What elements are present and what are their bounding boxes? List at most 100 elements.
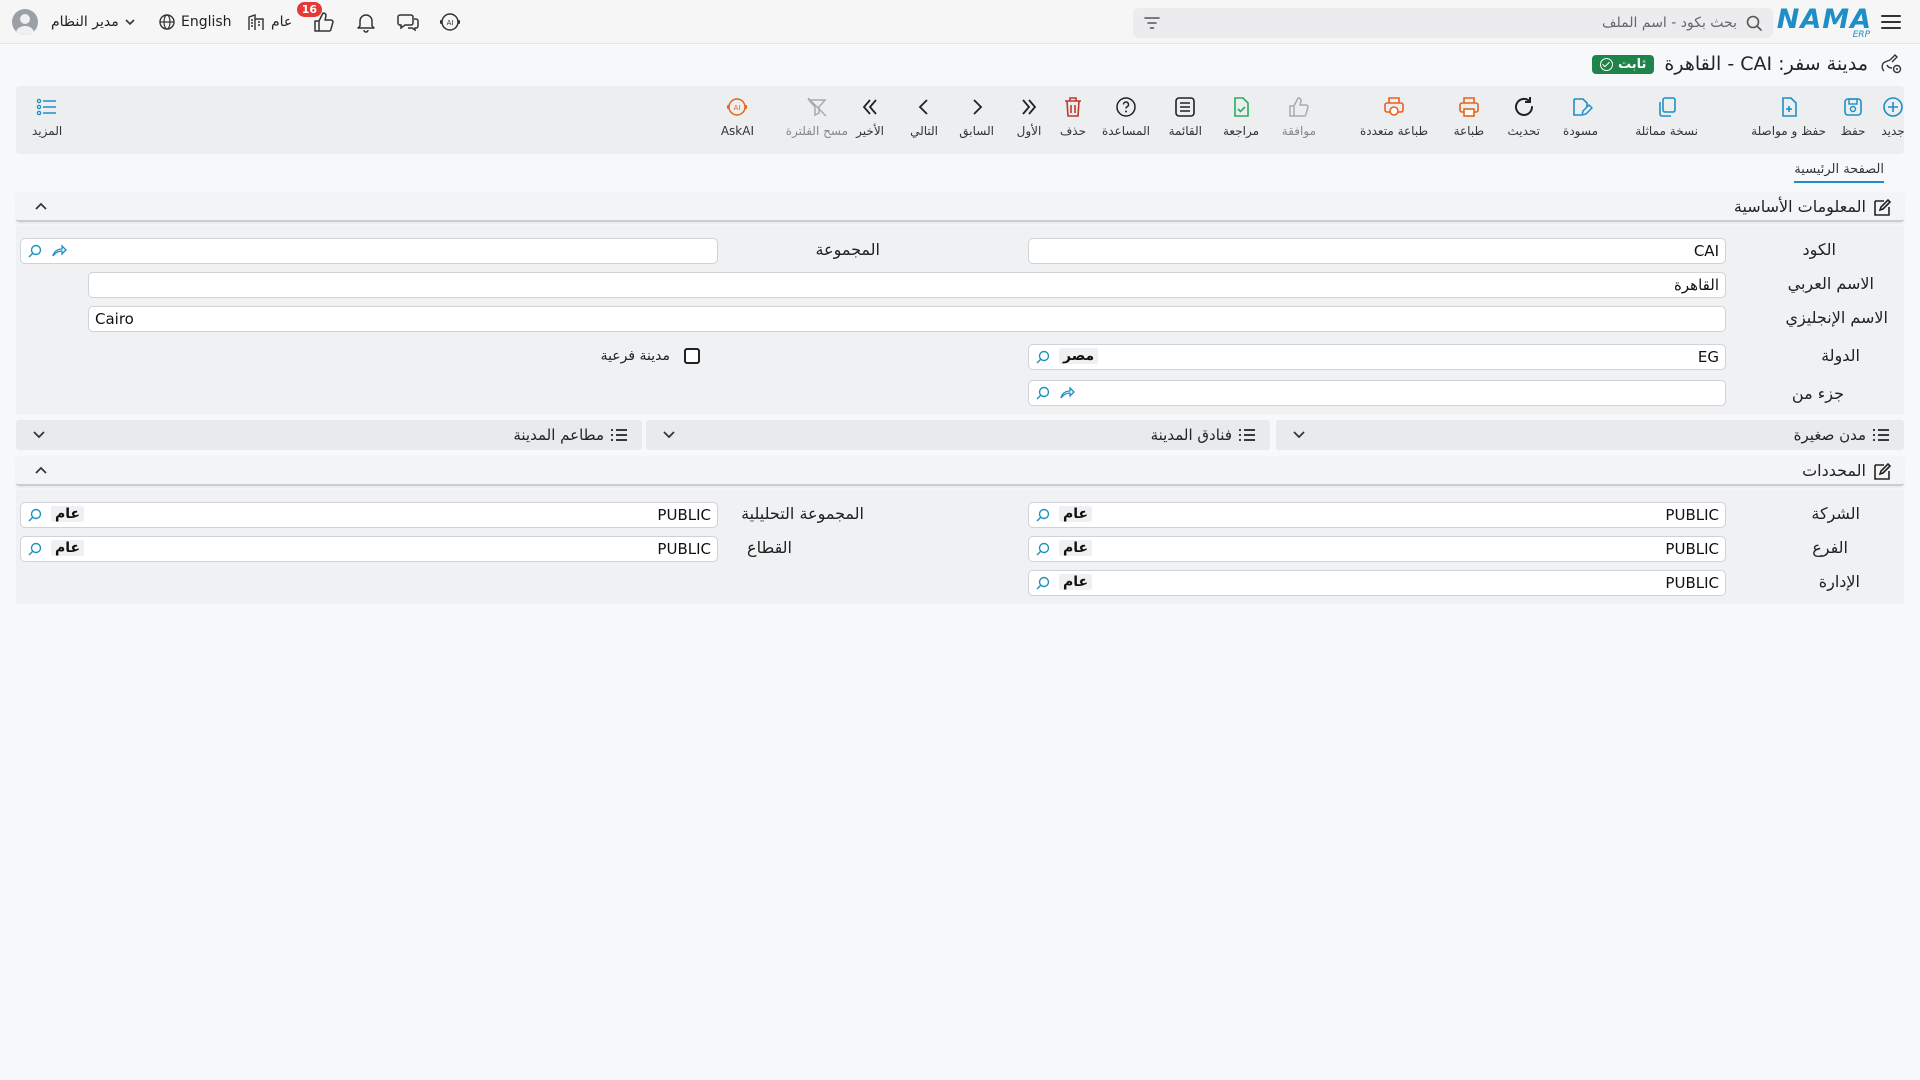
code-label: الكود	[1802, 240, 1836, 259]
status-badge: ثابت	[1591, 54, 1655, 74]
chevron-up-icon[interactable]	[34, 464, 48, 478]
approvals-icon[interactable]: 16	[296, 2, 336, 34]
previous-record-button[interactable]: السابق	[959, 94, 994, 138]
search-lookup-icon[interactable]	[1035, 385, 1051, 401]
part-of-field[interactable]	[1028, 380, 1726, 406]
menu-icon[interactable]	[1880, 11, 1902, 33]
tab-main-page[interactable]: الصفحة الرئيسية	[1794, 162, 1884, 183]
department-label: الإدارة	[1818, 572, 1860, 591]
search-input[interactable]	[1217, 8, 1737, 38]
arabic-name-field[interactable]: القاهرة	[88, 272, 1726, 298]
chat-icon[interactable]	[396, 10, 420, 34]
filter-icon[interactable]	[1143, 15, 1161, 31]
search-lookup-icon[interactable]	[1035, 541, 1051, 557]
review-button[interactable]: مراجعة	[1223, 94, 1259, 138]
chevron-down-icon	[124, 16, 136, 28]
language-switch[interactable]: English	[158, 10, 232, 34]
new-button[interactable]: جديد	[1880, 94, 1906, 138]
language-label: English	[181, 14, 232, 30]
refresh-button[interactable]: تحديث	[1507, 94, 1540, 138]
filter-off-icon	[804, 94, 830, 120]
draft-button[interactable]: مسودة	[1563, 94, 1598, 138]
public-scope-selector[interactable]: عام	[246, 10, 292, 34]
section-title: المحددات	[1802, 461, 1866, 480]
search-lookup-icon[interactable]	[1035, 507, 1051, 523]
city-location-icon	[1878, 51, 1904, 77]
last-record-button[interactable]: الأخير	[856, 94, 884, 138]
printer-icon	[1456, 94, 1482, 120]
svg-text:AI: AI	[447, 19, 454, 27]
multi-printer-icon	[1381, 94, 1407, 120]
sector-label: القطاع	[747, 538, 792, 557]
sub-city-checkbox[interactable]	[684, 348, 700, 364]
list-icon	[1872, 428, 1890, 442]
save-and-continue-button[interactable]: حفظ و مواصلة	[1751, 94, 1826, 138]
more-list-icon	[34, 94, 60, 120]
department-field[interactable]: PUBLIC عام	[1028, 570, 1726, 596]
search-lookup-icon[interactable]	[27, 507, 43, 523]
status-label: ثابت	[1617, 56, 1647, 72]
company-field[interactable]: PUBLIC عام	[1028, 502, 1726, 528]
help-button[interactable]: المساعدة	[1102, 94, 1150, 138]
small-cities-section[interactable]: مدن صغيرة	[1276, 420, 1904, 450]
open-link-icon[interactable]	[1059, 386, 1075, 400]
analysis-group-name-chip: عام	[51, 506, 85, 522]
page-title-row: مدينة سفر: CAI - القاهرة ثابت	[1591, 49, 1904, 79]
delete-button[interactable]: حذف	[1060, 94, 1086, 138]
plus-circle-icon	[1880, 94, 1906, 120]
app-logo[interactable]: NAMA ERP	[1777, 4, 1872, 40]
basic-info-panel: الكود CAI المجموعة الاسم العربي القاهرة …	[16, 226, 1904, 414]
top-bar: NAMA ERP AI 16 عام English	[0, 0, 1920, 44]
list-button[interactable]: القائمة	[1169, 94, 1202, 138]
duplicate-button[interactable]: نسخة مماثلة	[1635, 94, 1698, 138]
branch-name-chip: عام	[1059, 540, 1093, 556]
list-icon	[610, 428, 628, 442]
save-icon	[1840, 94, 1866, 120]
clear-filter-button[interactable]: مسح الفلترة	[786, 94, 848, 138]
avatar	[12, 9, 38, 35]
approve-button[interactable]: موافقة	[1282, 94, 1316, 138]
sector-field[interactable]: PUBLIC عام	[20, 536, 718, 562]
section-title: المعلومات الأساسية	[1733, 197, 1866, 216]
ai-assistant-icon[interactable]: AI	[438, 10, 462, 34]
save-button[interactable]: حفظ	[1840, 94, 1866, 138]
group-field[interactable]	[20, 238, 718, 264]
user-menu[interactable]: مدير النظام	[12, 9, 136, 35]
sector-name-chip: عام	[51, 540, 85, 556]
first-record-button[interactable]: الأول	[1016, 94, 1042, 138]
city-restaurants-section[interactable]: مطاعم المدينة	[16, 420, 642, 450]
page-title: مدينة سفر: CAI - القاهرة	[1664, 53, 1868, 75]
askai-button[interactable]: AI AskAI	[721, 94, 754, 138]
ai-headset-icon: AI	[724, 94, 750, 120]
print-button[interactable]: طباعة	[1454, 94, 1484, 138]
dimensions-section-header[interactable]: المحددات	[16, 456, 1904, 486]
english-name-field[interactable]: Cairo	[88, 306, 1726, 332]
more-button[interactable]: المزيد	[32, 94, 62, 138]
bell-icon[interactable]	[354, 10, 378, 34]
next-record-button[interactable]: التالي	[910, 94, 938, 138]
analysis-group-label: المجموعة التحليلية	[741, 504, 864, 523]
action-toolbar: جديد حفظ حفظ و مواصلة نسخة مماثلة مسودة …	[16, 86, 1906, 154]
chevron-up-icon[interactable]	[34, 200, 48, 214]
chevron-down-icon	[1292, 429, 1306, 441]
branch-field[interactable]: PUBLIC عام	[1028, 536, 1726, 562]
country-name-chip: مصر	[1059, 348, 1099, 364]
open-link-icon[interactable]	[51, 244, 67, 258]
refresh-icon	[1511, 94, 1537, 120]
search-lookup-icon[interactable]	[27, 243, 43, 259]
sub-city-label: مدينة فرعية	[600, 348, 670, 364]
double-chevron-right-icon	[1016, 94, 1042, 120]
analysis-group-field[interactable]: PUBLIC عام	[20, 502, 718, 528]
country-field[interactable]: EG مصر	[1028, 344, 1726, 370]
multi-print-button[interactable]: طباعة متعددة	[1360, 94, 1428, 138]
code-field[interactable]: CAI	[1028, 238, 1726, 264]
city-hotels-section[interactable]: فنادق المدينة	[646, 420, 1270, 450]
search-lookup-icon[interactable]	[1035, 349, 1051, 365]
group-label: المجموعة	[815, 240, 880, 259]
search-lookup-icon[interactable]	[1035, 575, 1051, 591]
basic-info-section-header[interactable]: المعلومات الأساسية	[16, 192, 1904, 222]
search-lookup-icon[interactable]	[27, 541, 43, 557]
search-icon[interactable]	[1745, 14, 1763, 32]
global-search	[1133, 8, 1773, 38]
chevron-left-icon	[911, 94, 937, 120]
